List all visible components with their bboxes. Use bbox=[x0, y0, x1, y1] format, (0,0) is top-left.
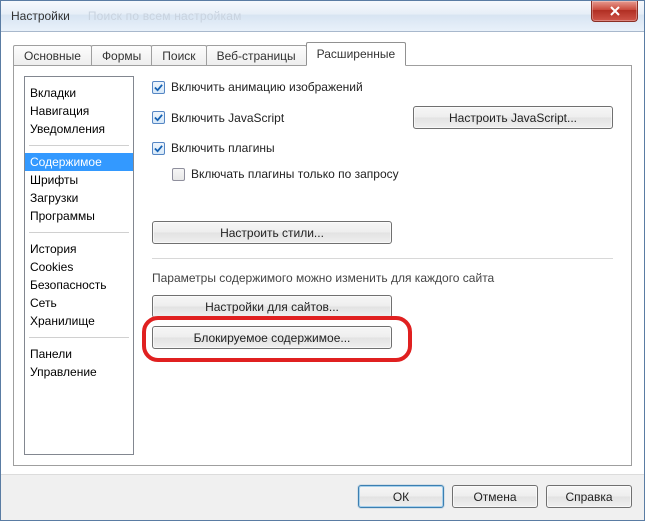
label-plugins-ondemand: Включать плагины только по запросу bbox=[191, 167, 399, 181]
sidebar-item-navigation[interactable]: Навигация bbox=[25, 102, 133, 120]
sidebar-divider bbox=[29, 145, 129, 146]
sidebar-item-network[interactable]: Сеть bbox=[25, 294, 133, 312]
content-divider bbox=[152, 258, 613, 259]
sidebar-item-panels[interactable]: Панели bbox=[25, 345, 133, 363]
tab-general[interactable]: Основные bbox=[13, 45, 92, 66]
sidebar-item-notifications[interactable]: Уведомления bbox=[25, 120, 133, 138]
tabpage-advanced: Вкладки Навигация Уведомления Содержимое… bbox=[13, 65, 632, 466]
sidebar-item-storage[interactable]: Хранилище bbox=[25, 312, 133, 330]
close-button[interactable] bbox=[591, 1, 638, 22]
close-icon bbox=[610, 6, 620, 16]
ok-button[interactable]: ОК bbox=[358, 485, 444, 508]
label-plugins: Включить плагины bbox=[171, 141, 275, 155]
checkbox-plugins[interactable] bbox=[152, 142, 165, 155]
tab-webpages[interactable]: Веб-страницы bbox=[206, 45, 307, 66]
sidebar[interactable]: Вкладки Навигация Уведомления Содержимое… bbox=[24, 76, 134, 455]
tab-forms[interactable]: Формы bbox=[91, 45, 152, 66]
sidebar-item-fonts[interactable]: Шрифты bbox=[25, 171, 133, 189]
help-button[interactable]: Справка bbox=[546, 485, 632, 508]
label-animation: Включить анимацию изображений bbox=[171, 80, 363, 94]
check-icon bbox=[154, 113, 163, 122]
label-javascript: Включить JavaScript bbox=[171, 111, 284, 125]
checkbox-animation[interactable] bbox=[152, 81, 165, 94]
window-title: Настройки bbox=[1, 9, 70, 23]
blocked-content-button[interactable]: Блокируемое содержимое... bbox=[152, 326, 392, 349]
configure-javascript-button[interactable]: Настроить JavaScript... bbox=[413, 106, 613, 129]
check-icon bbox=[154, 83, 163, 92]
sidebar-item-content[interactable]: Содержимое bbox=[25, 153, 133, 171]
tab-advanced[interactable]: Расширенные bbox=[306, 42, 407, 66]
check-icon bbox=[154, 144, 163, 153]
checkbox-plugins-ondemand[interactable] bbox=[172, 168, 185, 181]
sidebar-item-security[interactable]: Безопасность bbox=[25, 276, 133, 294]
sidebar-divider bbox=[29, 232, 129, 233]
tab-search[interactable]: Поиск bbox=[151, 45, 206, 66]
sidebar-item-cookies[interactable]: Cookies bbox=[25, 258, 133, 276]
content-pane: Включить анимацию изображений Включить J… bbox=[134, 66, 631, 465]
configure-styles-button[interactable]: Настроить стили... bbox=[152, 221, 392, 244]
checkbox-javascript[interactable] bbox=[152, 111, 165, 124]
cancel-button[interactable]: Отмена bbox=[452, 485, 538, 508]
sidebar-item-downloads[interactable]: Загрузки bbox=[25, 189, 133, 207]
client-area: Основные Формы Поиск Веб-страницы Расшир… bbox=[1, 32, 644, 474]
titlebar[interactable]: Настройки Поиск по всем настройкам bbox=[1, 1, 644, 32]
settings-dialog: Настройки Поиск по всем настройкам Основ… bbox=[0, 0, 645, 521]
per-site-description: Параметры содержимого можно изменить для… bbox=[152, 271, 613, 285]
site-settings-button[interactable]: Настройки для сайтов... bbox=[152, 295, 392, 318]
sidebar-item-programs[interactable]: Программы bbox=[25, 207, 133, 225]
titlebar-ghost-text: Поиск по всем настройкам bbox=[88, 9, 242, 23]
dialog-buttons: ОК Отмена Справка bbox=[1, 474, 644, 520]
tabstrip: Основные Формы Поиск Веб-страницы Расшир… bbox=[13, 42, 632, 65]
sidebar-divider bbox=[29, 337, 129, 338]
sidebar-item-history[interactable]: История bbox=[25, 240, 133, 258]
sidebar-item-management[interactable]: Управление bbox=[25, 363, 133, 381]
sidebar-item-tabs[interactable]: Вкладки bbox=[25, 84, 133, 102]
